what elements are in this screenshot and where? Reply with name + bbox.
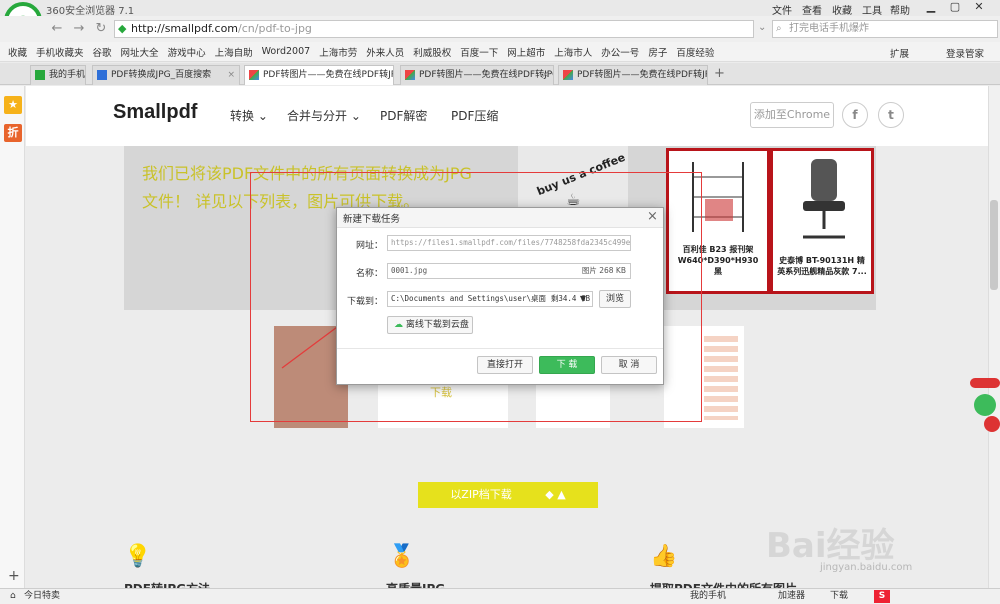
bookmarks-bar: 收藏 手机收藏夹 谷歌 网址大全 游戏中心 上海自助 Word2007 上海市劳… — [0, 42, 1000, 62]
url-host: http://smallpdf.com — [131, 22, 239, 35]
refresh-icon[interactable]: ↻ — [92, 21, 110, 37]
menu-help[interactable]: 帮助 — [890, 2, 910, 17]
download-dialog: 新建下载任务 × 网址： https://files1.smallpdf.com… — [336, 207, 664, 385]
forward-icon[interactable]: → — [70, 21, 88, 37]
bookmark-item[interactable]: 游戏中心 — [168, 45, 206, 59]
back-icon[interactable]: ← — [48, 21, 66, 37]
close-window-icon[interactable]: ✕ — [970, 0, 988, 14]
download-button[interactable]: 下 载 — [539, 356, 595, 374]
browse-button[interactable]: 浏览 — [599, 290, 631, 308]
open-directly-button[interactable]: 直接打开 — [477, 356, 533, 374]
medal-icon: 🏅 — [388, 544, 416, 569]
bookmark-item[interactable]: 谷歌 — [93, 45, 112, 59]
office-chair-image — [803, 159, 845, 239]
home-icon[interactable]: ⌂ — [10, 589, 16, 604]
minimize-icon[interactable]: ▁ — [922, 0, 940, 14]
file-type-size: 图片 268 KB — [581, 266, 626, 275]
dropbox-icon: ◆ — [545, 488, 554, 501]
scrollbar[interactable] — [988, 86, 1000, 588]
sidebar — [0, 86, 25, 588]
bookmark-item[interactable]: 百度一下 — [460, 45, 498, 59]
scrollbar-thumb[interactable] — [990, 200, 998, 290]
floating-mascot-widget[interactable] — [970, 378, 1000, 432]
secure-shield-icon: ◆ — [118, 22, 127, 35]
facebook-icon[interactable]: f — [842, 102, 868, 128]
bookmark-item[interactable]: 上海市人 — [554, 45, 592, 59]
cloud-icon: ☁ — [394, 320, 403, 330]
address-bar[interactable]: ◆ http://smallpdf.com/cn/pdf-to-jpg — [114, 20, 754, 38]
twitter-icon[interactable]: t — [878, 102, 904, 128]
app-title: 360安全浏览器 7.1 — [46, 6, 135, 17]
nav-pdf-decrypt[interactable]: PDF解密 — [380, 107, 427, 124]
bookmark-item[interactable]: 收藏 — [8, 45, 27, 59]
watermark-url: jingyan.baidu.com — [820, 562, 913, 573]
tab-smallpdf-3[interactable]: PDF转图片——免费在线PDF转JPG × — [558, 65, 708, 85]
menu-view[interactable]: 查看 — [802, 2, 822, 17]
status-deals[interactable]: 今日特卖 — [24, 589, 60, 604]
site-logo[interactable]: Smallpdf — [113, 101, 197, 124]
bookmark-item[interactable]: 网上超市 — [507, 45, 545, 59]
nav-merge-split[interactable]: 合并与分开 ⌄ — [287, 107, 361, 124]
menu-favorites[interactable]: 收藏 — [832, 2, 852, 17]
ime-sogou-icon[interactable]: S — [874, 590, 890, 603]
tab-smallpdf-active[interactable]: PDF转图片——免费在线PDF转JPG × — [244, 65, 394, 85]
bookmark-item[interactable]: 利威股权 — [413, 45, 451, 59]
dropdown-icon[interactable]: ⌄ — [758, 22, 766, 33]
bookmark-item[interactable]: 网址大全 — [121, 45, 159, 59]
star-favorites-icon[interactable]: ★ — [4, 96, 22, 114]
lightbulb-icon: 💡 — [124, 544, 152, 569]
close-tab-icon: × — [227, 70, 235, 80]
close-tab-icon: × — [695, 70, 703, 80]
dialog-close-icon[interactable]: × — [647, 209, 658, 224]
zip-download-button[interactable]: 以ZIP档下载 ◆ ▲ — [418, 482, 598, 508]
search-placeholder: 打完电话手机爆炸 — [789, 23, 869, 34]
search-icon: ⌕ — [776, 23, 782, 34]
name-label: 名称： — [355, 269, 383, 279]
nav-convert[interactable]: 转换 ⌄ — [230, 107, 268, 124]
url-label: 网址： — [355, 241, 383, 251]
bookmark-item[interactable]: Word2007 — [262, 46, 311, 57]
close-tab-icon: × — [381, 70, 389, 80]
nav-pdf-compress[interactable]: PDF压缩 — [451, 107, 498, 124]
maximize-icon[interactable]: ▢ — [946, 0, 964, 14]
close-tab-icon: × — [541, 70, 549, 80]
add-to-chrome-button[interactable]: 添加至Chrome — [750, 102, 834, 128]
bookmark-item[interactable]: 房子 — [648, 45, 667, 59]
bookmark-item[interactable]: 上海市劳 — [319, 45, 357, 59]
baidu-watermark: Bai经验 — [766, 526, 895, 566]
cloud-download-button[interactable]: ☁ 离线下载到云盘 — [387, 316, 473, 334]
bookmark-item[interactable]: 手机收藏夹 — [36, 45, 84, 59]
discount-icon[interactable]: 折 — [4, 124, 22, 142]
tab-smallpdf-2[interactable]: PDF转图片——免费在线PDF转JPG × — [400, 65, 554, 85]
bookmark-item[interactable]: 上海自助 — [215, 45, 253, 59]
save-to-label: 下载到： — [346, 297, 383, 307]
login-button[interactable]: 登录管家 — [946, 46, 985, 60]
dialog-title: 新建下载任务 — [343, 214, 401, 225]
bookmark-item[interactable]: 办公一号 — [601, 45, 639, 59]
sidebar-add-icon[interactable]: + — [8, 568, 20, 584]
tab-my-phone[interactable]: 我的手机 — [30, 65, 86, 85]
path-dropdown-icon[interactable]: ▼ — [575, 291, 591, 309]
save-path-field[interactable]: C:\Documents and Settings\user\桌面 剩34.4 … — [387, 291, 593, 307]
tab-baidu-search[interactable]: PDF转换成JPG_百度搜索 × — [92, 65, 240, 85]
bookmark-item[interactable]: 外来人员 — [366, 45, 404, 59]
ad-label: 史泰博 BT-90131H 精英系列迅舰精品灰款 7... — [777, 256, 867, 276]
status-downloads[interactable]: 下载 — [830, 589, 848, 604]
download-url-field[interactable]: https://files1.smallpdf.com/files/774825… — [387, 235, 631, 251]
new-tab-icon[interactable]: + — [714, 66, 725, 81]
menu-tools[interactable]: 工具 — [862, 2, 882, 17]
status-accelerator[interactable]: 加速器 — [778, 589, 805, 604]
file-name-field[interactable]: 0001.jpg 图片 268 KB — [387, 263, 631, 279]
ad-office-chair[interactable]: 史泰博 BT-90131H 精英系列迅舰精品灰款 7... — [770, 148, 874, 294]
search-input[interactable]: ⌕ 打完电话手机爆炸 — [772, 20, 998, 38]
menu-file[interactable]: 文件 — [772, 2, 792, 17]
cancel-button[interactable]: 取 消 — [601, 356, 657, 374]
drive-icon: ▲ — [557, 488, 566, 501]
status-bar: ⌂ 今日特卖 我的手机 加速器 下载 S — [0, 588, 1000, 604]
status-my-phone[interactable]: 我的手机 — [690, 589, 726, 604]
bookmark-item[interactable]: 百度经验 — [676, 45, 714, 59]
thumbs-up-icon: 👍 — [650, 544, 678, 569]
extensions-button[interactable]: 扩展 — [890, 46, 910, 60]
url-path: /cn/pdf-to-jpg — [238, 22, 312, 35]
